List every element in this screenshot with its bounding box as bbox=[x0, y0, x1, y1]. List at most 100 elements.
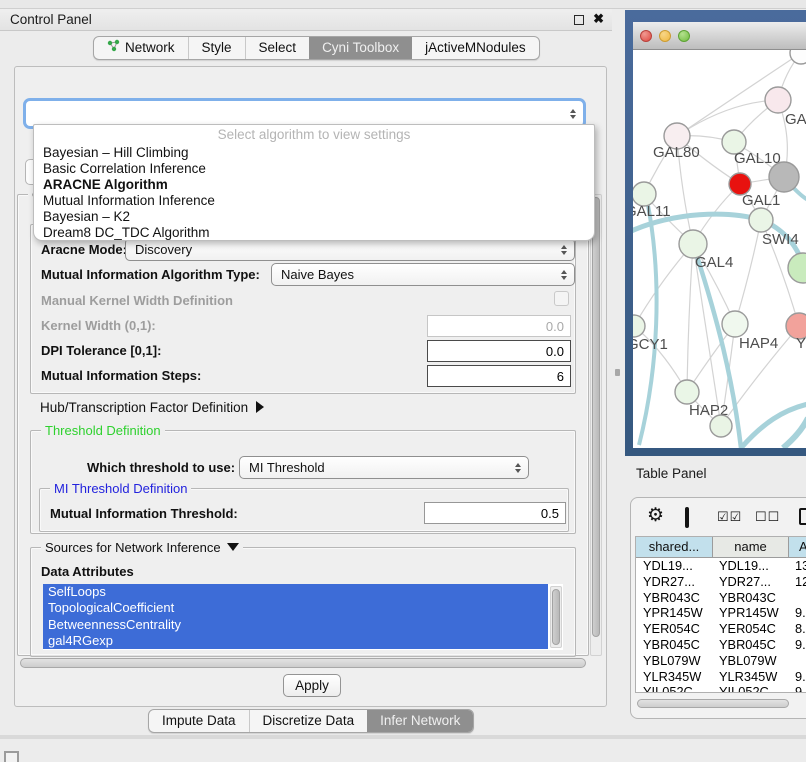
table-cell: YBL079W bbox=[636, 653, 712, 669]
kernel-width-label: Kernel Width (0,1): bbox=[41, 318, 156, 333]
table-row[interactable]: YBR043CYBR043C bbox=[636, 590, 806, 606]
algorithm-option[interactable]: ARACNE Algorithm bbox=[34, 177, 594, 193]
data-attribute-item[interactable]: gal4RGexp bbox=[43, 633, 548, 649]
close-icon[interactable]: ✖ bbox=[593, 11, 604, 27]
table-cell: YLR345W bbox=[636, 669, 712, 685]
combo-stepper-icon bbox=[561, 270, 567, 280]
table-row[interactable]: YDL19...YDL19...13 bbox=[636, 558, 806, 574]
table-cell: YIL052C bbox=[712, 684, 788, 692]
apply-button[interactable]: Apply bbox=[283, 674, 341, 697]
attributes-list-scrollbar[interactable] bbox=[550, 586, 562, 648]
aracne-mode-combobox[interactable]: Discovery bbox=[125, 238, 575, 261]
tab-jactivemnodules[interactable]: jActiveMNodules bbox=[412, 37, 539, 59]
which-threshold-combobox[interactable]: MI Threshold bbox=[239, 456, 529, 479]
network-canvas-container[interactable]: GALGAL80GAL10GAL1GAL11SWI4GAL4GCY1HAP4YH… bbox=[633, 50, 806, 448]
network-node[interactable] bbox=[788, 253, 806, 283]
network-node[interactable] bbox=[790, 50, 806, 64]
unchecked-columns-icon[interactable]: ☐☐ bbox=[755, 509, 780, 525]
mi-threshold-label: Mutual Information Threshold: bbox=[50, 506, 238, 521]
mi-type-value: Naive Bayes bbox=[281, 267, 354, 282]
gear-icon[interactable]: ⚙ bbox=[647, 506, 664, 525]
algorithm-option[interactable]: Bayesian – K2 bbox=[34, 209, 594, 225]
table-row[interactable]: YDR27...YDR27...12 bbox=[636, 574, 806, 590]
column-header[interactable]: shared... bbox=[636, 537, 712, 557]
dpi-tolerance-field[interactable] bbox=[427, 340, 571, 362]
tab-network[interactable]: Network bbox=[94, 37, 188, 59]
tab-discretize-data[interactable]: Discretize Data bbox=[249, 710, 368, 732]
tab-impute-data[interactable]: Impute Data bbox=[149, 710, 249, 732]
table-row[interactable]: YLR345WYLR345W9. bbox=[636, 669, 806, 685]
control-panel-title: Control Panel bbox=[10, 12, 92, 27]
network-node-label: GAL1 bbox=[742, 192, 780, 209]
which-threshold-value: MI Threshold bbox=[249, 460, 325, 475]
settings-vertical-scrollbar[interactable] bbox=[590, 194, 602, 656]
network-edge[interactable] bbox=[783, 418, 806, 448]
table-cell: 9. bbox=[788, 669, 806, 685]
mi-type-combobox[interactable]: Naive Bayes bbox=[271, 263, 575, 286]
network-canvas[interactable]: GALGAL80GAL10GAL1GAL11SWI4GAL4GCY1HAP4YH… bbox=[633, 50, 806, 448]
network-window-titlebar[interactable] bbox=[633, 22, 806, 50]
zoom-traffic-light-icon[interactable] bbox=[678, 30, 690, 42]
table-row[interactable]: YBL079WYBL079W bbox=[636, 653, 806, 669]
data-attributes-list[interactable]: SelfLoopsTopologicalCoefficientBetweenne… bbox=[43, 584, 563, 650]
algorithm-popup-placeholder: Select algorithm to view settings bbox=[34, 125, 594, 145]
column-header[interactable]: A bbox=[788, 537, 806, 557]
dpi-tolerance-label: DPI Tolerance [0,1]: bbox=[41, 343, 161, 358]
settings-horizontal-scrollbar[interactable] bbox=[20, 658, 586, 668]
checked-columns-icon[interactable]: ☑☑ bbox=[717, 509, 742, 525]
document-icon[interactable] bbox=[799, 508, 806, 525]
tab-label: Infer Network bbox=[380, 710, 460, 732]
aracne-mode-value: Discovery bbox=[135, 242, 192, 257]
tab-style[interactable]: Style bbox=[188, 37, 245, 59]
tab-label: Style bbox=[202, 37, 232, 59]
combo-stepper-icon bbox=[515, 463, 521, 473]
network-view-window[interactable]: GALGAL80GAL10GAL1GAL11SWI4GAL4GCY1HAP4YH… bbox=[625, 10, 806, 456]
column-header[interactable]: name bbox=[712, 537, 788, 557]
table-row[interactable]: YPR145WYPR145W9. bbox=[636, 605, 806, 621]
table-horizontal-scrollbar[interactable] bbox=[637, 699, 789, 708]
hub-definition-expander[interactable]: Hub/Transcription Factor Definition bbox=[40, 400, 264, 415]
mi-steps-field[interactable] bbox=[427, 365, 571, 387]
algorithm-option[interactable]: Basic Correlation Inference bbox=[34, 161, 594, 177]
table-row[interactable]: YIL052CYIL052C9. bbox=[636, 684, 806, 692]
float-window-icon[interactable] bbox=[574, 15, 584, 25]
network-node-hap2[interactable] bbox=[675, 380, 699, 404]
kernel-width-field[interactable] bbox=[427, 315, 571, 337]
network-node-label: GAL10 bbox=[734, 150, 781, 167]
data-attribute-item[interactable]: BetweennessCentrality bbox=[43, 617, 548, 633]
table-row[interactable]: YER054CYER054C8. bbox=[636, 621, 806, 637]
network-node[interactable] bbox=[710, 415, 732, 437]
data-attribute-item[interactable]: TopologicalCoefficient bbox=[43, 600, 548, 616]
network-edge[interactable] bbox=[741, 404, 806, 448]
table-cell: 9. bbox=[788, 684, 806, 692]
network-edge[interactable] bbox=[735, 220, 761, 324]
algorithm-option[interactable]: Dream8 DC_TDC Algorithm bbox=[34, 225, 594, 241]
algorithm-option[interactable]: Mutual Information Inference bbox=[34, 193, 594, 209]
panel-divider-handle[interactable] bbox=[615, 369, 620, 376]
table-row[interactable]: YBR045CYBR045C9. bbox=[636, 637, 806, 653]
tab-cyni-toolbox[interactable]: Cyni Toolbox bbox=[309, 37, 412, 59]
table-cell: YDR27... bbox=[712, 574, 788, 590]
tab-infer-network[interactable]: Infer Network bbox=[367, 710, 473, 732]
network-edge[interactable] bbox=[634, 244, 693, 326]
network-edge[interactable] bbox=[677, 100, 778, 136]
minimized-panel-icon[interactable] bbox=[4, 751, 19, 762]
table-cell: YLR345W bbox=[712, 669, 788, 685]
tab-label: Discretize Data bbox=[263, 710, 355, 732]
sources-title[interactable]: Sources for Network Inference bbox=[41, 540, 243, 555]
split-pane-icon[interactable] bbox=[685, 507, 689, 528]
algorithm-option[interactable]: Bayesian – Hill Climbing bbox=[34, 145, 594, 161]
close-traffic-light-icon[interactable] bbox=[640, 30, 652, 42]
network-node-swi4[interactable] bbox=[749, 208, 773, 232]
manual-kernel-checkbox[interactable] bbox=[554, 291, 569, 306]
network-edge[interactable] bbox=[687, 244, 693, 392]
data-attribute-item[interactable]: SelfLoops bbox=[43, 584, 548, 600]
network-node-hap4[interactable] bbox=[722, 311, 748, 337]
minimize-traffic-light-icon[interactable] bbox=[659, 30, 671, 42]
tab-select[interactable]: Select bbox=[245, 37, 310, 59]
mi-threshold-field[interactable] bbox=[424, 502, 566, 524]
network-node-gal[interactable] bbox=[765, 87, 791, 113]
tab-label: jActiveMNodules bbox=[425, 37, 526, 59]
network-node[interactable] bbox=[769, 162, 799, 192]
cyni-mode-tabbar: Impute Data Discretize Data Infer Network bbox=[148, 709, 474, 733]
